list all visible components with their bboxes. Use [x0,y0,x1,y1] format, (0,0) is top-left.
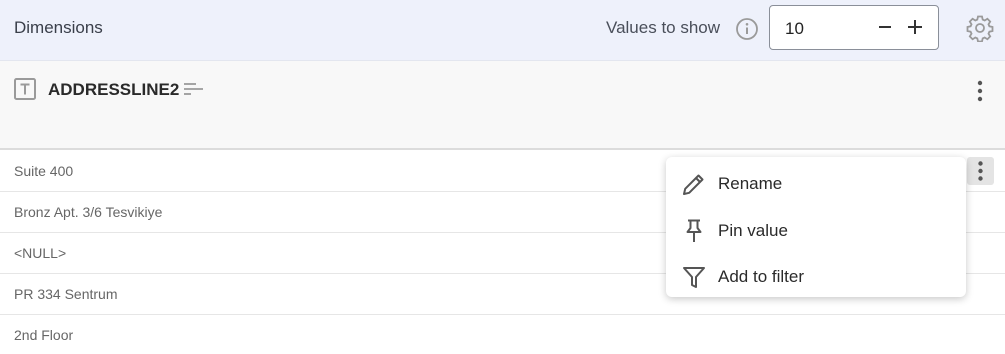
field-header: ADDRESSLINE2 [0,61,1005,150]
values-count-input[interactable]: 10 [785,19,804,39]
dimensions-toolbar: Dimensions Values to show 10 [0,0,1005,61]
sort-icon[interactable] [183,81,205,97]
increment-icon[interactable] [903,14,927,40]
info-icon[interactable] [735,17,759,41]
values-count-stepper[interactable]: 10 [769,5,939,50]
row-context-menu: Rename Pin value Add to filter [666,157,966,297]
text-type-icon [14,78,36,100]
menu-item-label: Pin value [718,221,788,240]
menu-item-label: Add to filter [718,267,804,286]
row-value: PR 334 Sentrum [14,286,118,302]
field-name: ADDRESSLINE2 [48,80,180,99]
values-to-show-label: Values to show [606,18,721,37]
table-row[interactable]: 2nd Floor [0,315,1005,354]
row-value: 2nd Floor [14,327,74,343]
decrement-icon[interactable] [873,14,897,40]
menu-item-add-to-filter[interactable]: Add to filter [666,253,966,297]
row-value: Suite 400 [14,163,74,179]
pin-icon [686,219,702,242]
pencil-icon [683,174,704,195]
row-more-button[interactable] [967,157,994,185]
row-value: Bronz Apt. 3/6 Tesvikiye [14,204,163,220]
panel-title: Dimensions [14,18,103,37]
field-more-icon[interactable] [970,78,990,104]
row-value: <NULL> [14,245,67,261]
filter-icon [683,267,705,288]
menu-item-label: Rename [718,174,783,193]
more-vertical-icon [978,161,983,181]
gear-icon[interactable] [966,14,994,42]
menu-item-pin-value[interactable]: Pin value [666,207,966,251]
menu-item-rename[interactable]: Rename [666,160,966,204]
